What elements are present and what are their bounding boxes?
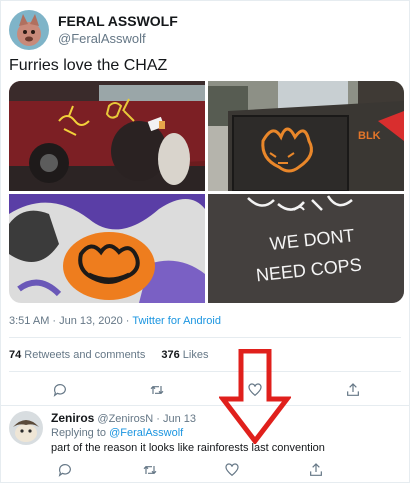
likes-label: Likes [179,349,209,361]
heart-icon [225,463,239,477]
reply-body: Zeniros @ZenirosN · Jun 13 Replying to @… [51,411,406,456]
user-handle[interactable]: @FeralAsswolf [58,30,178,47]
timestamp-text[interactable]: 3:51 AM · Jun 13, 2020 [9,315,123,327]
reply-date[interactable]: Jun 13 [163,413,196,425]
tweet-timestamp: 3:51 AM · Jun 13, 2020 · Twitter for And… [9,315,221,327]
heart-icon [248,383,262,397]
share-button[interactable] [307,461,325,479]
comment-icon [58,464,71,477]
share-button[interactable] [344,381,362,399]
divider [9,337,401,338]
reply-button[interactable] [51,381,69,399]
user-meta: FERAL ASSWOLF @FeralAsswolf [58,13,178,47]
timestamp-separator: · [122,315,133,327]
like-button[interactable] [223,461,241,479]
graffiti-barricade-photo[interactable]: BLK [208,81,404,191]
share-icon [310,463,322,476]
likes-stat[interactable]: 376 Likes [161,349,208,361]
divider [1,405,409,406]
tweet-card: FERAL ASSWOLF @FeralAsswolf Furries love… [0,0,410,483]
display-name[interactable]: FERAL ASSWOLF [58,13,178,30]
replying-to: Replying to @FeralAsswolf [51,426,406,441]
tweet-stats: 74 Retweets and comments 376 Likes [9,349,208,361]
tweet-header: FERAL ASSWOLF @FeralAsswolf [9,10,178,50]
graffiti-wall-photo[interactable] [9,194,205,303]
tweet-text: Furries love the CHAZ [9,57,168,74]
retweet-button[interactable] [141,461,159,479]
comment-icon [53,384,66,397]
retweets-stat[interactable]: 74 Retweets and comments [9,349,145,361]
retweet-icon [143,465,157,475]
reply-button[interactable] [56,461,74,479]
retweet-icon [150,385,164,395]
retweets-label: Retweets and comments [21,349,146,361]
share-icon [347,383,359,396]
retweets-count: 74 [9,349,22,361]
graffiti-sign-photo[interactable]: WE DONT NEED COPS [208,194,404,303]
avatar[interactable] [9,411,43,445]
reply-text: part of the reason it looks like rainfor… [51,442,325,454]
reply-date-separator: · [153,413,163,425]
reply-header: Zeniros @ZenirosN · Jun 13 [51,411,406,426]
retweet-button[interactable] [148,381,166,399]
divider [9,371,401,372]
barricade-graffiti-text: BLK [358,130,381,142]
media-grid: BLK WE DONT NEED COPS [9,81,404,303]
reply-handle[interactable]: @ZenirosN [97,413,153,425]
reply-actions [1,461,410,481]
graffiti-car-photo[interactable] [9,81,205,191]
replying-to-link[interactable]: @FeralAsswolf [109,427,183,439]
tweet-source-link[interactable]: Twitter for Android [132,315,221,327]
likes-count: 376 [161,349,180,361]
tweet-actions [1,381,410,401]
avatar[interactable] [9,10,49,50]
reply-display-name[interactable]: Zeniros [51,411,94,425]
replying-to-prefix: Replying to [51,427,110,439]
like-button[interactable] [246,381,264,399]
